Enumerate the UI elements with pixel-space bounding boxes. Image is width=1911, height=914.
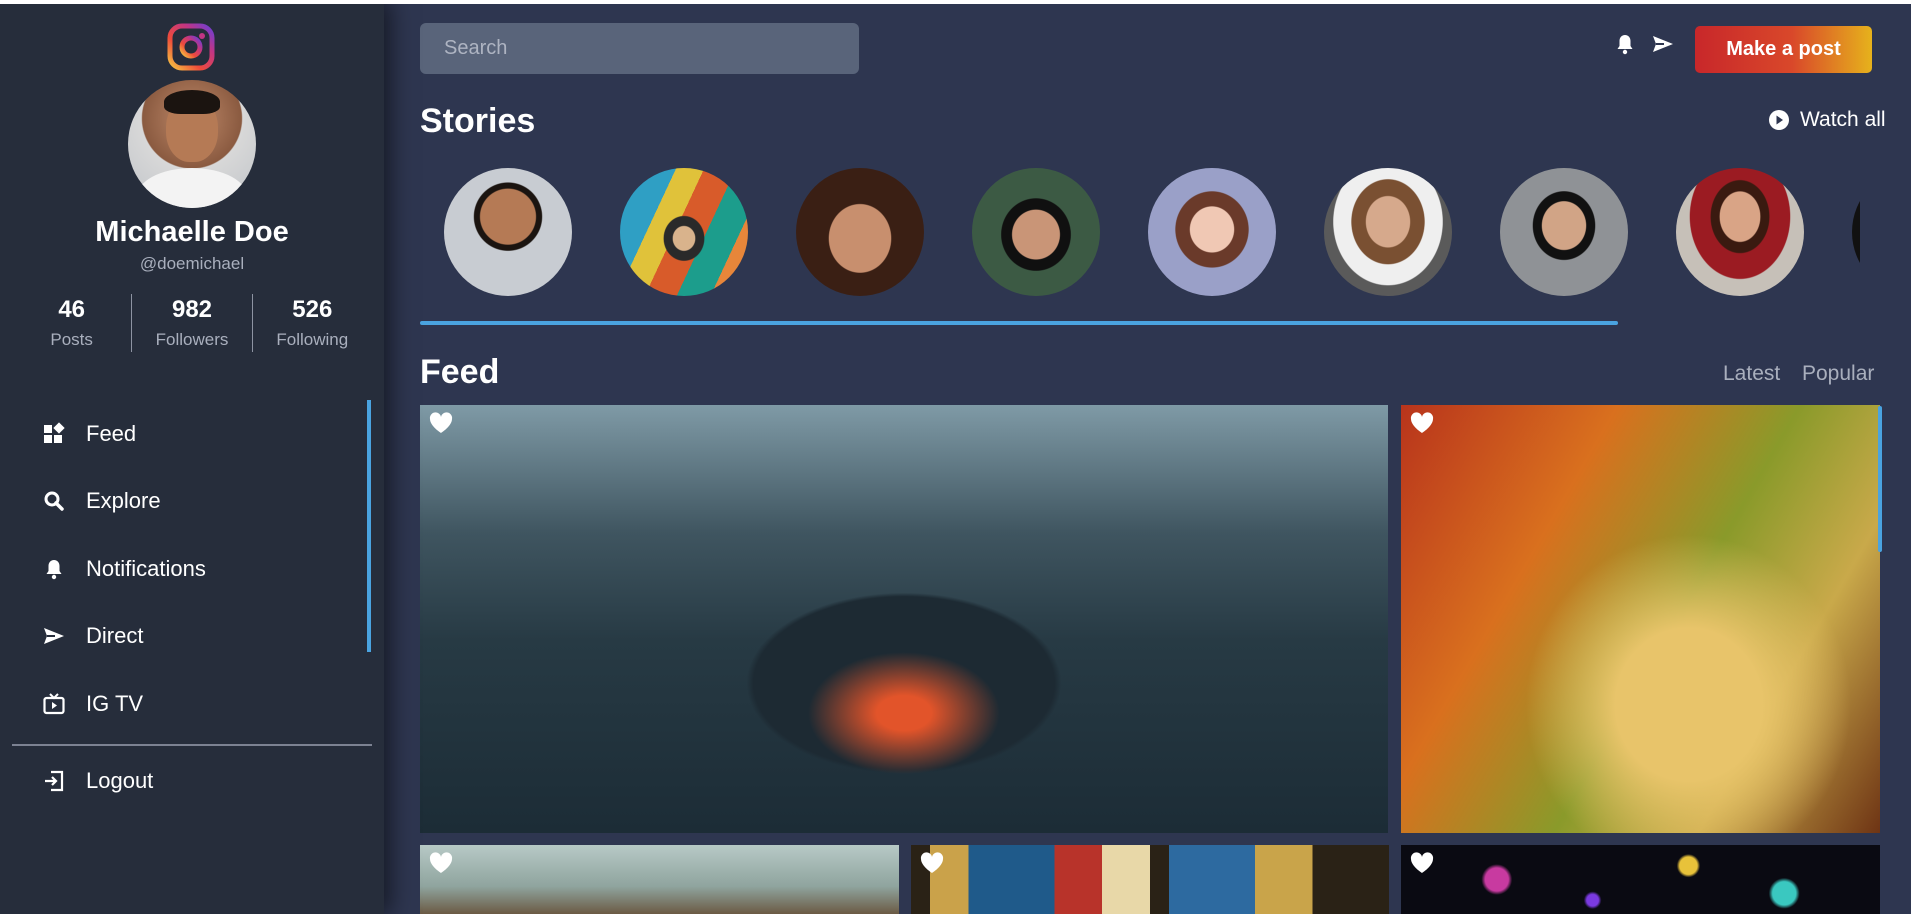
feed-title: Feed (420, 353, 500, 391)
stat-posts-label: Posts (50, 330, 93, 349)
stories-scrollbar[interactable] (420, 321, 1618, 325)
profile-stats: 46 Posts 982 Followers 526 Following (12, 294, 372, 352)
sidebar-item-feed[interactable]: Feed (42, 419, 136, 449)
story-avatar[interactable] (972, 168, 1100, 296)
feed-post-confetti[interactable] (1401, 845, 1880, 914)
search-icon (44, 491, 64, 511)
feed-post-portrait[interactable] (420, 845, 899, 914)
story-avatar[interactable] (1148, 168, 1276, 296)
sidebar: Michaelle Doe @doemichael 46 Posts 982 F… (0, 0, 384, 914)
stat-posts-value: 46 (58, 296, 86, 323)
feed-post-stained-glass[interactable] (911, 845, 1389, 914)
post-scrollbar[interactable] (1878, 406, 1882, 552)
stat-followers-value: 982 (171, 296, 213, 323)
story-avatar[interactable] (620, 168, 748, 296)
sidebar-item-igtv[interactable]: IG TV (42, 689, 143, 719)
tab-latest[interactable]: Latest (1723, 362, 1780, 386)
sidebar-item-label: Direct (86, 623, 144, 648)
bell-icon[interactable] (1613, 32, 1637, 56)
story-avatar[interactable] (1324, 168, 1452, 296)
heart-icon[interactable] (919, 851, 945, 875)
search-input[interactable] (420, 23, 859, 74)
story-avatar[interactable] (1676, 168, 1804, 296)
send-icon[interactable] (1651, 32, 1675, 56)
play-circle-icon (1769, 110, 1789, 130)
story-avatar[interactable] (1500, 168, 1628, 296)
stat-followers-label: Followers (155, 330, 229, 349)
sidebar-item-direct[interactable]: Direct (42, 621, 143, 651)
stat-following[interactable]: 526 Following (251, 294, 372, 352)
logout-icon (45, 770, 64, 792)
send-icon (44, 628, 64, 644)
window-top-edge (0, 0, 1911, 4)
sidebar-item-label: Logout (86, 768, 154, 793)
watch-all-button[interactable]: Watch all (1768, 108, 1886, 132)
sidebar-item-label: Explore (86, 488, 161, 513)
watch-all-label: Watch all (1800, 108, 1886, 131)
nav-divider (12, 744, 372, 746)
sidebar-item-logout[interactable]: Logout (42, 766, 153, 796)
stat-posts[interactable]: 46 Posts (12, 294, 131, 352)
stat-following-value: 526 (292, 296, 333, 323)
feed-post-car[interactable] (420, 405, 1388, 833)
sidebar-item-label: IG TV (86, 691, 144, 716)
bell-icon (46, 560, 62, 580)
profile-handle: @doemichael (139, 254, 245, 273)
stories-title: Stories (420, 102, 536, 140)
story-avatar[interactable] (796, 168, 924, 296)
stories-row (420, 168, 1860, 298)
stat-followers[interactable]: 982 Followers (131, 294, 251, 352)
feed-post-autumn[interactable] (1401, 405, 1880, 833)
sidebar-item-label: Feed (86, 421, 137, 446)
heart-icon[interactable] (1409, 411, 1435, 435)
instagram-logo-icon[interactable] (167, 23, 215, 71)
story-avatar[interactable] (444, 168, 572, 296)
tab-popular[interactable]: Popular (1802, 362, 1874, 386)
tv-icon (43, 693, 65, 715)
make-post-button[interactable]: Make a post (1695, 26, 1872, 73)
stat-following-label: Following (276, 330, 349, 349)
heart-icon[interactable] (1409, 851, 1435, 875)
nav-active-indicator (367, 400, 371, 652)
sidebar-item-notifications[interactable]: Notifications (42, 554, 206, 584)
feed-icon (44, 422, 65, 443)
profile-avatar[interactable] (128, 80, 256, 208)
heart-icon[interactable] (428, 411, 454, 435)
profile-name: Michaelle Doe (95, 216, 289, 248)
story-avatar[interactable] (1852, 168, 1860, 296)
sidebar-item-explore[interactable]: Explore (42, 486, 161, 516)
heart-icon[interactable] (428, 851, 454, 875)
sidebar-item-label: Notifications (86, 556, 206, 581)
